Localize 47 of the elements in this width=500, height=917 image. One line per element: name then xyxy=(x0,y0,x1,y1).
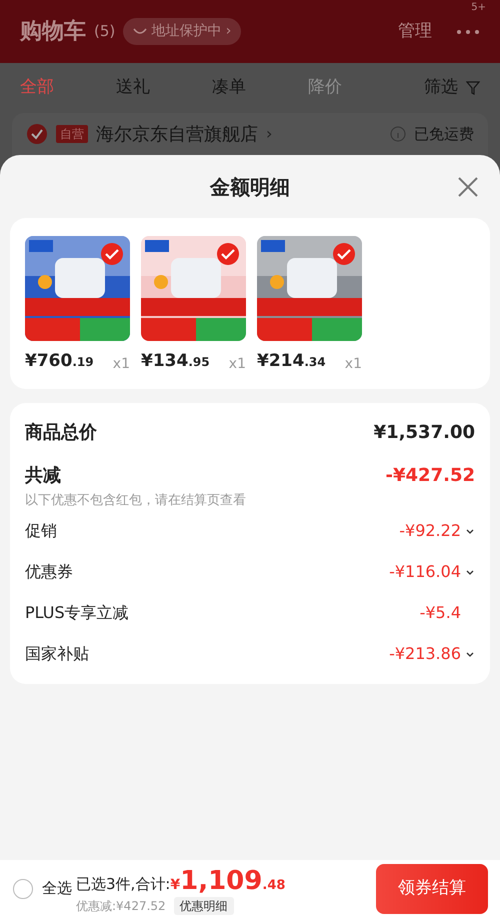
checkout-button[interactable]: 领券结算 xyxy=(376,864,488,914)
discount-item-label: PLUS专享立减 xyxy=(25,602,129,624)
tab[interactable]: 全部 xyxy=(20,75,54,101)
item-price: ¥214.34 xyxy=(257,350,326,373)
tab[interactable]: 凑单 xyxy=(212,75,246,101)
item-price: ¥760.19 xyxy=(25,350,94,373)
check-icon[interactable] xyxy=(332,242,356,266)
badge-count: 5+ xyxy=(471,0,486,14)
self-operated-tag: 自营 xyxy=(56,125,88,143)
chevron-icon: › xyxy=(266,122,272,146)
address-protection-button[interactable]: 地址保护中 › xyxy=(123,18,242,45)
quantity: x1 xyxy=(344,354,362,374)
check-icon[interactable] xyxy=(100,242,124,266)
select-all-label[interactable]: 全选 xyxy=(42,877,72,900)
discount-amount: -¥5.4 xyxy=(420,602,461,624)
check-icon[interactable] xyxy=(216,242,240,266)
select-all-radio[interactable] xyxy=(12,878,34,900)
discount-total: -¥427.52 xyxy=(386,464,475,488)
discount-detail-button[interactable]: 优惠明细 xyxy=(174,897,234,915)
quantity: x1 xyxy=(228,354,246,374)
discount-note: 以下优惠不包含红包，请在结算页查看 xyxy=(25,492,247,510)
total-label: 商品总价 xyxy=(25,420,97,444)
discount-item-label: 促销 xyxy=(25,520,57,542)
store-checkbox[interactable] xyxy=(26,123,48,145)
discount-label: 共减 xyxy=(25,464,61,488)
discount-item-label: 优惠券 xyxy=(25,560,73,582)
more-icon[interactable] xyxy=(456,29,480,36)
item-count: (5) xyxy=(94,21,116,42)
manage-button[interactable]: 管理 xyxy=(398,18,432,44)
item-price: ¥134.95 xyxy=(141,350,210,373)
discount-amount: -¥213.86 xyxy=(389,642,461,664)
discount-item-label: 国家补贴 xyxy=(25,642,89,664)
selection-summary: 已选3件,合计: xyxy=(76,874,170,895)
store-name[interactable]: 海尔京东自营旗舰店 xyxy=(96,120,258,148)
close-icon[interactable] xyxy=(458,177,478,197)
total-price: ¥1,537.00 xyxy=(374,420,475,444)
tab[interactable]: 送礼 xyxy=(116,75,150,101)
savings-text: 优惠减:¥427.52 xyxy=(76,898,166,915)
shipping-status: 已免运费 xyxy=(414,124,474,145)
filter-icon xyxy=(466,81,480,95)
sheet-title: 金额明细 xyxy=(210,174,290,200)
quantity: x1 xyxy=(112,354,130,374)
total-amount: ¥1,109.48 xyxy=(170,865,286,898)
filter-button[interactable]: 筛选 xyxy=(424,75,480,101)
discount-amount: -¥116.04 xyxy=(389,560,461,582)
discount-amount: -¥92.22 xyxy=(399,520,461,542)
page-title: 购物车 xyxy=(20,18,86,46)
